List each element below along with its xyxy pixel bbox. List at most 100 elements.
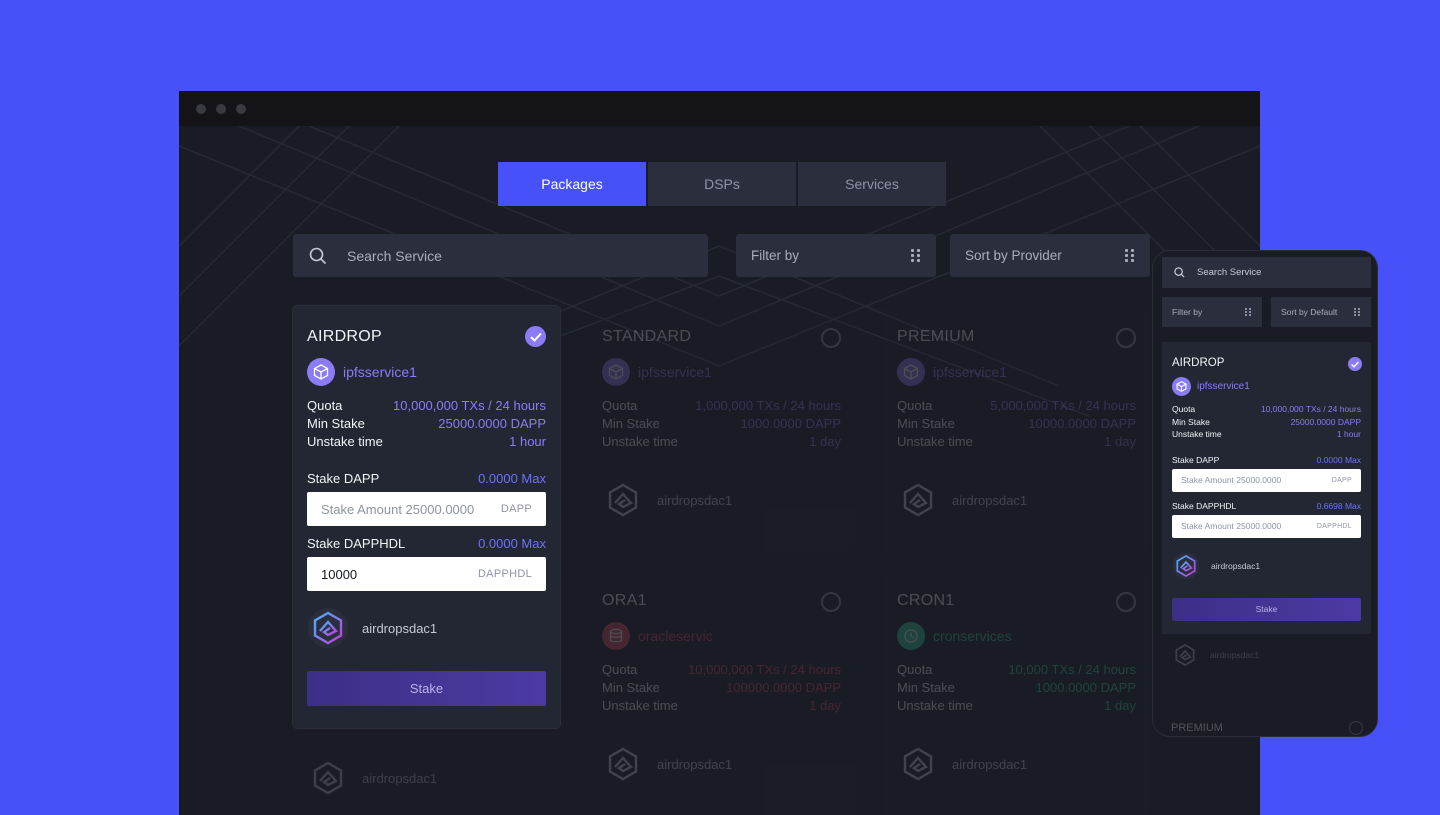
stake-dapp-unit: DAPP bbox=[1331, 476, 1352, 484]
min-stake-label: Min Stake bbox=[602, 416, 660, 431]
checkmark-icon[interactable] bbox=[525, 326, 546, 347]
min-stake-value: 100000.0000 DAPP bbox=[726, 680, 841, 695]
package-title: STANDARD bbox=[602, 328, 692, 345]
provider-name: airdropsdac1 bbox=[362, 620, 438, 636]
stake-dapp-input[interactable]: Stake Amount 25000.0000 DAPP bbox=[1172, 468, 1361, 492]
grip-icon bbox=[1125, 248, 1135, 263]
mobile-search-input[interactable]: Search Service bbox=[1162, 257, 1371, 288]
package-title: CRON1 bbox=[897, 592, 955, 609]
quota-value: 10,000,000 TXs / 24 hours bbox=[393, 398, 546, 413]
stake-dapphdl-input[interactable]: 10000 DAPPHDL bbox=[307, 557, 546, 591]
stake-button[interactable]: Stake bbox=[1172, 597, 1361, 621]
unstake-time-label: Unstake time bbox=[602, 434, 678, 449]
tab-dsps[interactable]: DSPs bbox=[648, 162, 796, 206]
unstake-time-value: 1 day bbox=[809, 434, 841, 449]
radio-button[interactable] bbox=[821, 592, 841, 612]
mobile-provider-row[interactable]: airdropsdac1 bbox=[1171, 641, 1259, 669]
service-name[interactable]: ipfsservice1 bbox=[933, 364, 1007, 380]
package-card-premium[interactable]: PREMIUM ipfsservice1 Quota 5,000,000 TXs … bbox=[883, 306, 1150, 551]
provider-name: airdropsdac1 bbox=[952, 492, 1028, 508]
unstake-time-value: 1 hour bbox=[509, 434, 546, 449]
service-name[interactable]: ipfsservice1 bbox=[638, 364, 712, 380]
cube-icon bbox=[897, 358, 925, 386]
unstake-time-label: Unstake time bbox=[897, 698, 973, 713]
package-card-airdrop[interactable]: AIRDROP ipfsservice1 Quota 10,000,000 TXs… bbox=[293, 306, 560, 728]
provider-row[interactable]: airdropsdac1 bbox=[307, 607, 546, 649]
package-title: ORA1 bbox=[602, 592, 647, 609]
window-maximize-dot[interactable] bbox=[236, 103, 246, 114]
stake-dapp-max[interactable]: 0.0000 Max bbox=[478, 471, 546, 486]
filter-dropdown[interactable]: Filter by bbox=[736, 234, 936, 277]
provider-row[interactable]: airdropsdac1 bbox=[307, 757, 437, 799]
window-minimize-dot[interactable] bbox=[216, 103, 226, 114]
cube-icon bbox=[602, 358, 630, 386]
min-stake-label: Min Stake bbox=[602, 680, 660, 695]
provider-row[interactable]: airdropsdac1 bbox=[1172, 552, 1361, 580]
unstake-time-value: 1 hour bbox=[1336, 429, 1361, 439]
search-input[interactable]: Search Service bbox=[293, 234, 708, 277]
package-card-standard[interactable]: STANDARD ipfsservice1 Quota 1,000,000 TXs… bbox=[588, 306, 855, 551]
stake-button[interactable]: Stake bbox=[307, 671, 546, 706]
stake-dapp-max[interactable]: 0.0000 Max bbox=[1317, 455, 1361, 465]
provider-name: airdropsdac1 bbox=[952, 756, 1028, 772]
service-name[interactable]: ipfsservice1 bbox=[343, 364, 417, 380]
mobile-package-card-airdrop[interactable]: AIRDROP ipfsservice1 Quota 10,000,000 TXs… bbox=[1162, 342, 1371, 634]
min-stake-label: Min Stake bbox=[1172, 416, 1210, 427]
database-icon bbox=[602, 622, 630, 650]
checkmark-icon[interactable] bbox=[1348, 357, 1362, 371]
clock-icon bbox=[897, 622, 925, 650]
package-title: AIRDROP bbox=[1172, 357, 1225, 369]
window-close-dot[interactable] bbox=[196, 103, 206, 114]
search-icon bbox=[1174, 267, 1185, 278]
min-stake-value: 10000.0000 DAPP bbox=[1028, 416, 1136, 431]
radio-button[interactable] bbox=[1349, 721, 1363, 735]
unstake-time-label: Unstake time bbox=[897, 434, 973, 449]
provider-name: airdropsdac1 bbox=[362, 770, 438, 786]
stake-dapp-placeholder: Stake Amount 25000.0000 bbox=[321, 501, 475, 517]
unstake-time-value: 1 day bbox=[1104, 698, 1136, 713]
min-stake-value: 25000.0000 DAPP bbox=[1290, 416, 1361, 427]
package-card-ora1[interactable]: ORA1 oracleservic Quota 10,000,000 TXs / … bbox=[588, 570, 855, 815]
search-icon bbox=[309, 247, 327, 264]
service-name[interactable]: ipfsservice1 bbox=[1197, 381, 1250, 392]
filter-label: Filter by bbox=[751, 248, 800, 263]
service-name[interactable]: oracleservic bbox=[638, 628, 713, 644]
cube-icon bbox=[307, 358, 335, 386]
stake-dapphdl-input[interactable]: Stake Amount 25000.0000 DAPPHDL bbox=[1172, 514, 1361, 538]
min-stake-label: Min Stake bbox=[897, 416, 955, 431]
unstake-time-value: 1 day bbox=[809, 698, 841, 713]
radio-button[interactable] bbox=[1116, 592, 1136, 612]
quota-label: Quota bbox=[897, 398, 933, 413]
unstake-time-label: Unstake time bbox=[602, 698, 678, 713]
package-card-cron1[interactable]: CRON1 cronservices Quota 10,000 TXs / 24 … bbox=[883, 570, 1150, 815]
stake-dapphdl-value: 10000 bbox=[321, 566, 358, 582]
min-stake-label: Min Stake bbox=[897, 680, 955, 695]
grip-icon bbox=[1354, 307, 1361, 317]
provider-logo-icon bbox=[903, 483, 933, 517]
grip-icon bbox=[1245, 307, 1252, 317]
service-name[interactable]: cronservices bbox=[933, 628, 1012, 644]
min-stake-value: 25000.0000 DAPP bbox=[438, 416, 546, 431]
radio-button[interactable] bbox=[821, 328, 841, 348]
provider-logo-icon bbox=[1172, 552, 1200, 579]
provider-logo-icon bbox=[608, 483, 638, 517]
min-stake-label: Min Stake bbox=[307, 416, 365, 431]
tab-services[interactable]: Services bbox=[798, 162, 946, 206]
provider-logo-icon bbox=[903, 747, 933, 781]
provider-name: airdropsdac1 bbox=[1211, 560, 1261, 571]
sort-dropdown[interactable]: Sort by Provider bbox=[950, 234, 1150, 277]
mobile-package-card-premium[interactable]: PREMIUM bbox=[1171, 721, 1363, 735]
stake-dapp-label: Stake DAPP bbox=[1172, 454, 1220, 465]
mobile-sort-dropdown[interactable]: Sort by Default bbox=[1271, 297, 1371, 327]
mobile-search-placeholder: Search Service bbox=[1197, 267, 1262, 278]
package-title: AIRDROP bbox=[307, 328, 382, 345]
stake-dapphdl-label: Stake DAPPHDL bbox=[307, 536, 406, 551]
stake-dapp-unit: DAPP bbox=[500, 503, 532, 515]
stake-dapphdl-max[interactable]: 0.0000 Max bbox=[478, 536, 546, 551]
tab-packages[interactable]: Packages bbox=[498, 162, 646, 206]
mobile-filter-dropdown[interactable]: Filter by bbox=[1162, 297, 1262, 327]
radio-button[interactable] bbox=[1116, 328, 1136, 348]
stake-dapphdl-max[interactable]: 0.6698 Max bbox=[1317, 501, 1361, 511]
unstake-time-label: Unstake time bbox=[307, 434, 383, 449]
stake-dapp-input[interactable]: Stake Amount 25000.0000 DAPP bbox=[307, 492, 546, 526]
